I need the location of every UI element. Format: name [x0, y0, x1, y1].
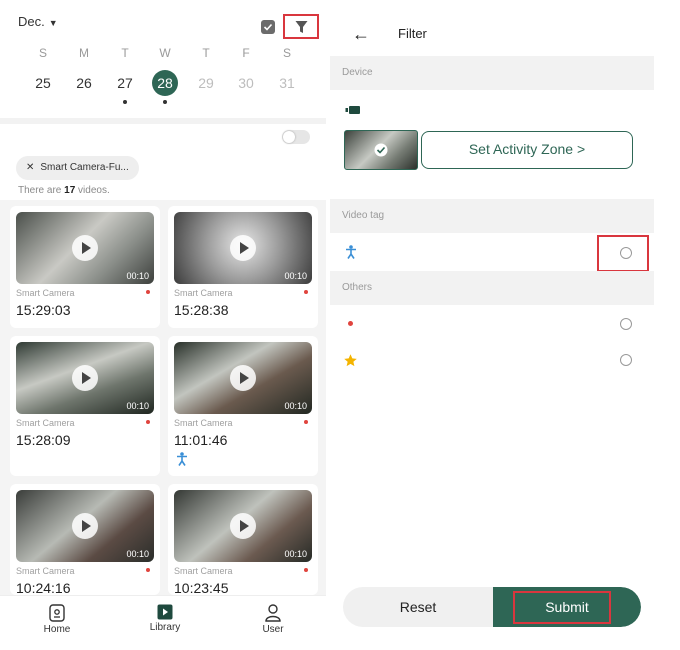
bottom-nav: Home Library User [0, 595, 326, 650]
video-time: 15:28:09 [16, 432, 71, 448]
day-25[interactable]: 25 [28, 70, 58, 96]
play-icon [72, 235, 98, 261]
filter-button[interactable] [283, 14, 319, 39]
weekday-label: S [38, 46, 47, 60]
filter-panel [330, 0, 654, 649]
video-duration: 00:10 [284, 271, 307, 281]
person-icon [346, 245, 356, 259]
day-30: 30 [238, 75, 254, 91]
nav-home[interactable]: Home [22, 604, 92, 635]
video-card[interactable]: 00:10 Smart Camera 10:24:16 [10, 484, 160, 596]
has-video-dot [163, 100, 167, 104]
back-arrow-icon[interactable]: ← [352, 24, 370, 45]
video-duration: 00:10 [284, 401, 307, 411]
video-duration: 00:10 [284, 549, 307, 559]
camera-name: Smart Camera [16, 418, 75, 428]
weekday-label: W [159, 46, 171, 60]
red-dot-icon [348, 321, 353, 326]
select-checkbox-icon[interactable] [261, 20, 275, 34]
video-thumbnail: 00:10 [174, 342, 312, 414]
red-dot-icon [304, 420, 308, 424]
person-tag-radio[interactable] [620, 247, 632, 259]
day-29: 29 [198, 75, 214, 91]
reset-button[interactable]: Reset [343, 587, 493, 627]
chip-label: Smart Camera-Fu... [40, 162, 129, 173]
month-selector[interactable]: Dec. ▼ [18, 14, 58, 29]
video-duration: 00:10 [126, 401, 149, 411]
camera-name: Smart Camera [174, 288, 233, 298]
user-icon [265, 604, 281, 622]
highlight-box [513, 591, 611, 624]
home-icon [49, 604, 65, 622]
video-card[interactable]: 00:10 Smart Camera 11:01:46 [168, 336, 318, 476]
star-radio[interactable] [620, 354, 632, 366]
device-thumbnail[interactable] [344, 130, 418, 170]
nav-library[interactable]: Library [130, 604, 200, 633]
section-device: Device [330, 56, 654, 90]
video-time: 10:23:45 [174, 580, 229, 596]
video-card[interactable]: 00:10 Smart Camera 10:23:45 [168, 484, 318, 596]
set-activity-zone-button[interactable]: Set Activity Zone > [421, 131, 633, 169]
page-title: Filter [398, 26, 427, 41]
toggle-switch[interactable] [282, 130, 310, 144]
video-time: 15:29:03 [16, 302, 71, 318]
video-time: 15:28:38 [174, 302, 229, 318]
video-thumbnail: 00:10 [174, 490, 312, 562]
camera-name: Smart Camera [174, 566, 233, 576]
divider [0, 118, 326, 124]
play-icon [230, 235, 256, 261]
red-dot-icon [146, 420, 150, 424]
play-icon [72, 365, 98, 391]
day-26[interactable]: 26 [69, 70, 99, 96]
day-27[interactable]: 27 [110, 70, 140, 96]
filter-icon [295, 21, 308, 33]
check-icon [374, 143, 388, 157]
video-count: There are 17 videos. [18, 185, 110, 196]
video-card[interactable]: 00:10 Smart Camera 15:28:38 [168, 206, 318, 328]
red-dot-icon [304, 568, 308, 572]
play-icon [230, 513, 256, 539]
caret-down-icon: ▼ [48, 18, 58, 28]
video-thumbnail: 00:10 [174, 212, 312, 284]
video-duration: 00:10 [126, 271, 149, 281]
close-icon[interactable]: ✕ [26, 162, 34, 173]
camera-name: Smart Camera [174, 418, 233, 428]
section-video-tag: Video tag [330, 199, 654, 233]
library-panel: Dec. ▼ S M T W T F S 25 26 27 28 29 30 31… [0, 0, 326, 650]
library-icon [157, 604, 173, 620]
weekday-label: S [282, 46, 291, 60]
video-time: 11:01:46 [174, 432, 228, 448]
nav-user[interactable]: User [238, 604, 308, 635]
camera-icon [345, 106, 360, 114]
section-others: Others [330, 271, 654, 305]
camera-name: Smart Camera [16, 288, 75, 298]
video-thumbnail: 00:10 [16, 342, 154, 414]
weekday-label: M [79, 46, 89, 60]
red-dot-radio[interactable] [620, 318, 632, 330]
video-thumbnail: 00:10 [16, 212, 154, 284]
red-dot-icon [304, 290, 308, 294]
weekday-label: F [242, 46, 250, 60]
has-video-dot [123, 100, 127, 104]
video-duration: 00:10 [126, 549, 149, 559]
red-dot-icon [146, 290, 150, 294]
person-icon [177, 452, 187, 466]
video-thumbnail: 00:10 [16, 490, 154, 562]
day-28-selected[interactable]: 28 [152, 70, 178, 96]
month-label: Dec. [18, 14, 45, 29]
play-icon [230, 365, 256, 391]
play-icon [72, 513, 98, 539]
video-time: 10:24:16 [16, 580, 71, 596]
weekday-label: T [202, 46, 210, 60]
red-dot-icon [146, 568, 150, 572]
camera-name: Smart Camera [16, 566, 75, 576]
star-icon [344, 354, 357, 367]
video-card[interactable]: 00:10 Smart Camera 15:28:09 [10, 336, 160, 476]
weekday-label: T [121, 46, 129, 60]
filter-chip[interactable]: ✕ Smart Camera-Fu... [16, 156, 139, 180]
video-card[interactable]: 00:10 Smart Camera 15:29:03 [10, 206, 160, 328]
day-31: 31 [279, 75, 295, 91]
